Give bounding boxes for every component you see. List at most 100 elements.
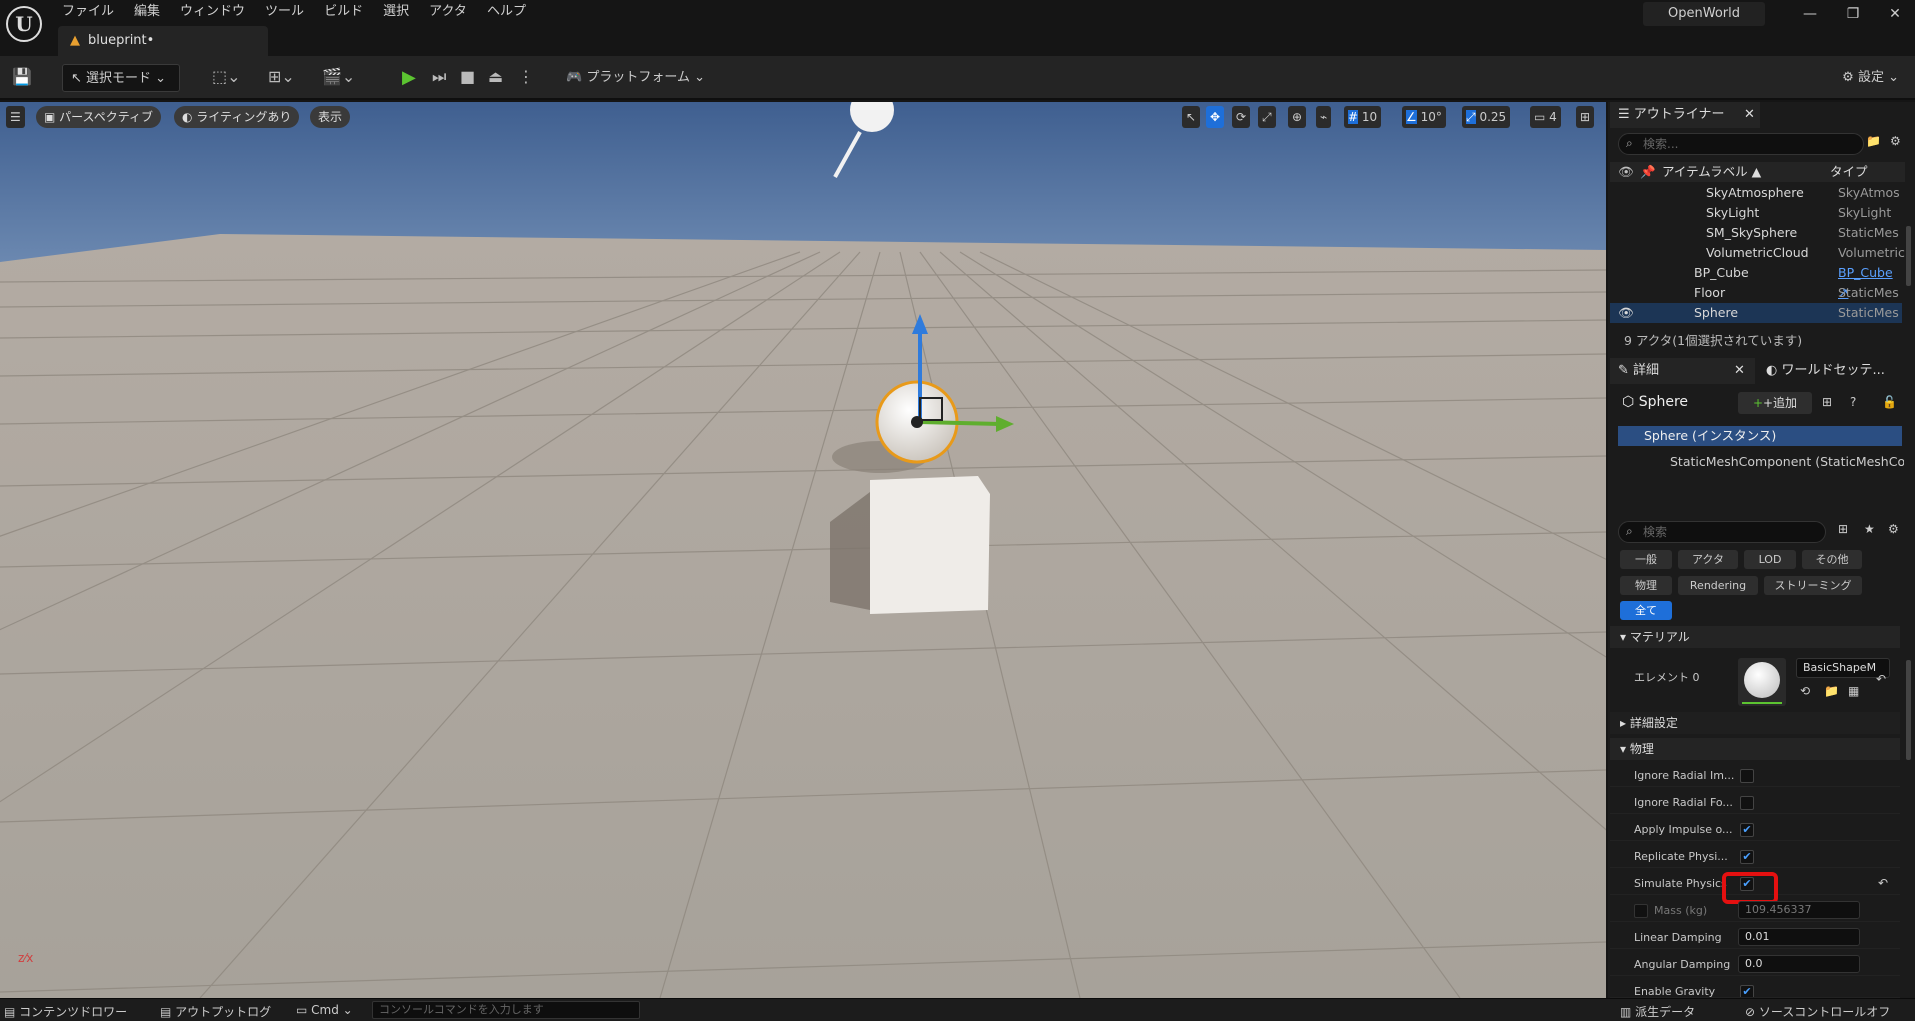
restore-icon[interactable]: ❐ <box>1838 6 1868 26</box>
outliner-tab[interactable]: ☰ アウトライナー ✕ <box>1610 102 1760 128</box>
cube-mesh[interactable] <box>870 476 990 614</box>
pin-icon[interactable]: 📌 <box>1640 162 1656 182</box>
play-icon[interactable]: ▶ <box>402 67 416 88</box>
select-tool-icon[interactable]: ↖ <box>1182 106 1201 128</box>
skip-icon[interactable]: ⏭ <box>432 67 446 87</box>
derived-data-button[interactable]: ▥ 派生データ <box>1620 1003 1695 1020</box>
surface-snap-icon[interactable]: ⌁ <box>1316 106 1332 128</box>
platform-dropdown[interactable]: 🎮 プラットフォーム ⌄ <box>566 64 705 92</box>
col-type[interactable]: タイプ <box>1830 162 1868 182</box>
show-button[interactable]: 表示 <box>310 106 351 128</box>
document-tab[interactable]: ▲ blueprint• <box>58 26 268 56</box>
gear-icon[interactable]: ⚙ <box>1888 522 1899 536</box>
details-search-input[interactable]: 検索 <box>1618 521 1826 543</box>
visibility-icon[interactable]: 👁 <box>1618 162 1634 182</box>
outliner-row[interactable]: Floor StaticMes <box>1610 283 1902 303</box>
angular-damping-field[interactable]: 0.0 <box>1738 955 1860 973</box>
add-actor-icon[interactable]: ⬚⌄ <box>212 67 241 86</box>
level-viewport[interactable]: z⁄x <box>0 102 1606 998</box>
outliner-row[interactable]: VolumetricCloud Volumetric <box>1610 243 1905 263</box>
checkbox[interactable] <box>1740 769 1754 783</box>
checkbox-checked[interactable]: ✔ <box>1740 850 1754 864</box>
minimize-icon[interactable]: — <box>1795 6 1825 26</box>
viewport-layout-icon[interactable]: ⊞ <box>1576 106 1595 128</box>
scale-snap-button[interactable]: ⤢ 0.25 <box>1462 106 1511 128</box>
advanced-section[interactable]: ▸ 詳細設定 <box>1610 712 1900 734</box>
settings-button[interactable]: ⚙ 設定 ⌄ <box>1842 64 1899 92</box>
checkbox-checked[interactable]: ✔ <box>1740 823 1754 837</box>
add-component-button[interactable]: ++追加 <box>1738 392 1812 414</box>
filter-streaming[interactable]: ストリーミング <box>1764 576 1862 595</box>
star-icon[interactable]: ★ <box>1864 522 1875 536</box>
component-child[interactable]: StaticMeshComponent (StaticMeshComp <box>1670 452 1904 472</box>
menu-tools[interactable]: ツール <box>255 2 314 22</box>
browse-icon[interactable]: 📁 <box>1824 684 1839 698</box>
eject-icon[interactable]: ⏏ <box>488 67 503 86</box>
outliner-row-selected[interactable]: 👁 Sphere StaticMes <box>1610 303 1902 323</box>
lighting-button[interactable]: ◐ ライティングあり <box>174 106 300 128</box>
checkbox[interactable] <box>1740 796 1754 810</box>
filter-all[interactable]: 全て <box>1620 601 1672 620</box>
outliner-row[interactable]: SkyLight SkyLight <box>1610 203 1902 223</box>
cinematics-icon[interactable]: 🎬⌄ <box>322 67 355 86</box>
scale-tool-icon[interactable]: ⤢ <box>1258 106 1276 128</box>
translate-tool-icon[interactable]: ✥ <box>1206 106 1225 128</box>
filter-misc[interactable]: その他 <box>1802 550 1862 569</box>
rotation-snap-button[interactable]: ∠ 10° <box>1402 106 1446 128</box>
outliner-row[interactable]: BP_Cube BP_Cube ↗ <box>1610 263 1902 300</box>
pick-icon[interactable]: ▦ <box>1848 684 1859 698</box>
outliner-search-input[interactable]: 検索... <box>1618 133 1864 155</box>
more-options-icon[interactable]: ⋮ <box>518 67 534 86</box>
close-icon[interactable]: ✕ <box>1744 102 1755 128</box>
world-space-icon[interactable]: ⊕ <box>1288 106 1307 128</box>
filter-physics[interactable]: 物理 <box>1620 576 1672 595</box>
gear-icon[interactable]: ⚙ <box>1890 134 1901 148</box>
reset-icon[interactable]: ↶ <box>1876 672 1886 686</box>
table-view-icon[interactable]: ⊞ <box>1838 522 1848 536</box>
save-icon[interactable]: 💾 <box>12 67 32 86</box>
world-settings-tab[interactable]: ◐ ワールドセッテ... <box>1758 358 1908 384</box>
material-thumbnail[interactable] <box>1738 658 1786 706</box>
stop-icon[interactable]: ■ <box>460 67 475 86</box>
add-folder-icon[interactable]: 📁 <box>1866 134 1881 148</box>
menu-help[interactable]: ヘルプ <box>477 2 536 22</box>
visibility-icon[interactable]: 👁 <box>1618 303 1634 323</box>
filter-general[interactable]: 一般 <box>1620 550 1672 569</box>
mass-override-checkbox[interactable] <box>1634 904 1648 918</box>
component-root[interactable]: Sphere (インスタンス) <box>1618 426 1902 446</box>
perspective-button[interactable]: ▣ パースペクティブ <box>36 106 161 128</box>
source-control-button[interactable]: ⊘ ソースコントロールオフ <box>1745 1003 1890 1020</box>
camera-speed-button[interactable]: ▭ 4 <box>1530 106 1561 128</box>
blueprint-icon[interactable]: ⊞ <box>1822 395 1832 409</box>
close-window-icon[interactable]: ✕ <box>1880 6 1910 26</box>
filter-lod[interactable]: LOD <box>1744 550 1796 569</box>
close-icon[interactable]: ✕ <box>1734 358 1745 384</box>
rotate-tool-icon[interactable]: ⟳ <box>1232 106 1251 128</box>
outliner-row[interactable]: SkyAtmosphere SkyAtmos <box>1610 183 1902 203</box>
col-item-label[interactable]: アイテムラベル ▲ <box>1662 162 1761 182</box>
menu-edit[interactable]: 編集 <box>124 2 170 22</box>
output-log-button[interactable]: ▤ アウトプットログ <box>160 1003 271 1020</box>
help-icon[interactable]: ? <box>1850 395 1856 409</box>
filter-rendering[interactable]: Rendering <box>1678 576 1758 595</box>
linear-damping-field[interactable]: 0.01 <box>1738 928 1860 946</box>
details-tab[interactable]: ✎ 詳細 ✕ <box>1610 358 1755 384</box>
section-material[interactable]: ▾ マテリアル <box>1610 626 1900 648</box>
menu-window[interactable]: ウィンドウ <box>170 2 255 22</box>
mode-select-dropdown[interactable]: ↖ 選択モード ⌄ <box>62 64 180 92</box>
details-scrollbar[interactable] <box>1906 660 1911 760</box>
section-physics[interactable]: ▾ 物理 <box>1610 738 1900 760</box>
menu-file[interactable]: ファイル <box>52 2 124 22</box>
lock-icon[interactable]: 🔓 <box>1882 395 1897 409</box>
outliner-scrollbar[interactable] <box>1906 226 1911 286</box>
navigate-back-icon[interactable]: ⟲ <box>1800 684 1810 698</box>
gizmo-y-axis[interactable] <box>919 420 1001 426</box>
filter-actor[interactable]: アクタ <box>1678 550 1738 569</box>
console-input[interactable]: コンソールコマンドを入力します <box>372 1001 640 1019</box>
menu-select[interactable]: 選択 <box>373 2 419 22</box>
reset-icon[interactable]: ↶ <box>1878 876 1888 890</box>
checkbox-checked[interactable]: ✔ <box>1740 985 1754 997</box>
menu-build[interactable]: ビルド <box>314 2 373 22</box>
content-drawer-button[interactable]: ▤ コンテンツドロワー <box>4 1003 127 1020</box>
mass-field[interactable]: 109.456337 <box>1738 901 1860 919</box>
